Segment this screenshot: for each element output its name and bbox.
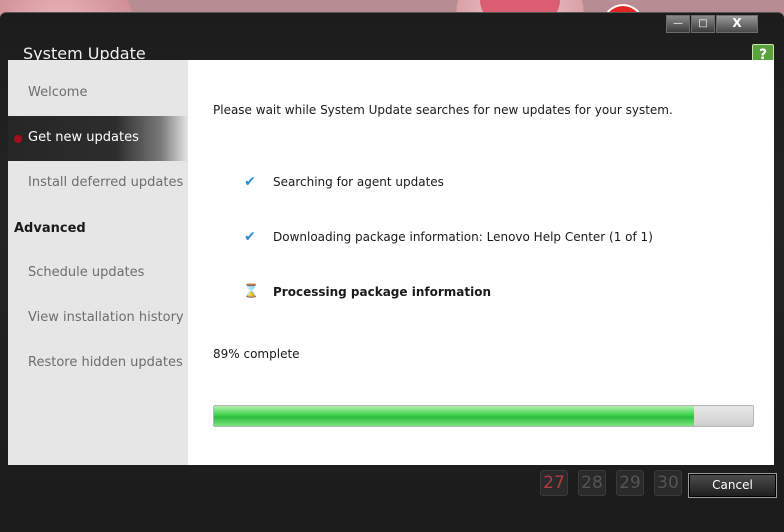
maximize-button[interactable]: □	[691, 15, 715, 33]
sidebar-item-restore-hidden-updates[interactable]: Restore hidden updates	[8, 341, 188, 386]
sidebar-item-install-deferred-updates[interactable]: Install deferred updates	[8, 161, 188, 206]
status-intro-text: Please wait while System Update searches…	[213, 103, 673, 117]
sidebar-item-label: Schedule updates	[28, 265, 145, 280]
progress-percent-text: 89% complete	[213, 347, 300, 361]
main-panel: Please wait while System Update searches…	[188, 60, 774, 465]
minimize-button[interactable]: —	[666, 15, 690, 33]
calendar-day: 30	[654, 470, 682, 496]
sidebar-item-label: Welcome	[28, 85, 88, 100]
progress-bar-fill	[214, 406, 694, 426]
cancel-button[interactable]: Cancel	[688, 473, 777, 498]
close-button[interactable]: X	[716, 15, 758, 33]
sidebar-item-view-installation-history[interactable]: View installation history	[8, 296, 188, 341]
hourglass-icon: ⌛	[243, 284, 260, 299]
calendar-day: 27	[540, 470, 568, 496]
sidebar-item-welcome[interactable]: Welcome	[8, 71, 188, 116]
step-text: Downloading package information: Lenovo …	[273, 230, 653, 244]
step-text: Searching for agent updates	[273, 175, 444, 189]
window-controls: — □ X	[666, 15, 758, 33]
progress-bar	[213, 405, 754, 427]
step-text: Processing package information	[273, 285, 491, 299]
sidebar-section-advanced: Advanced	[14, 221, 86, 236]
active-indicator-icon	[14, 135, 22, 143]
sidebar: Welcome Get new updates Install deferred…	[8, 60, 188, 465]
sidebar-item-label: Get new updates	[28, 130, 139, 145]
sidebar-item-get-new-updates[interactable]: Get new updates	[8, 116, 188, 161]
sidebar-item-label: Install deferred updates	[28, 175, 184, 190]
calendar-day: 28	[578, 470, 606, 496]
check-icon: ✔	[244, 229, 256, 245]
calendar-day: 29	[616, 470, 644, 496]
sidebar-item-schedule-updates[interactable]: Schedule updates	[8, 251, 188, 296]
sidebar-item-label: View installation history	[28, 310, 184, 325]
sidebar-item-label: Restore hidden updates	[28, 355, 183, 370]
check-icon: ✔	[244, 174, 256, 190]
